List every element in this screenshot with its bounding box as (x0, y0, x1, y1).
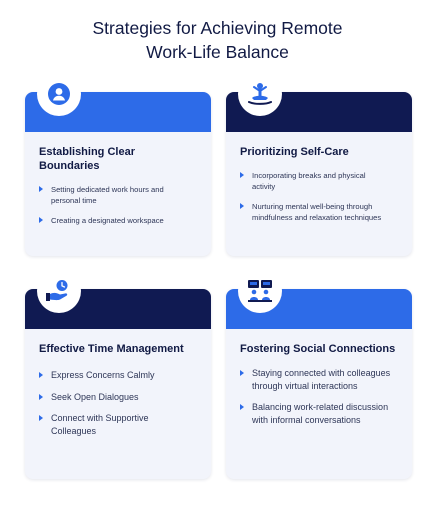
card-icon-holder (238, 72, 282, 116)
bullet-arrow-icon (39, 372, 43, 378)
card-fostering-social-connections: Fostering Social Connections Staying con… (226, 269, 412, 479)
list-item-text: Balancing work-related discussion with i… (252, 402, 389, 425)
card-icon-holder (37, 269, 81, 313)
list-item: Nurturing mental well-being through mind… (240, 201, 390, 223)
card-title-line-1: Prioritizing Self-Care (240, 146, 349, 158)
card-title: Establishing Clear Boundaries (39, 145, 135, 173)
list-item-text: Creating a designated workspace (51, 216, 164, 225)
people-meeting-icon (248, 280, 272, 302)
card-establishing-clear-boundaries: Establishing Clear Boundaries Setting de… (25, 72, 211, 256)
time-money-icon (46, 280, 68, 301)
card-title: Effective Time Management (39, 342, 184, 356)
list-item-text: Connect with Supportive Colleagues (51, 413, 149, 436)
list-item: Express Concerns Calmly (39, 369, 189, 382)
list-item: Staying connected with colleagues throug… (240, 367, 400, 392)
list-item-text: Setting dedicated work hours and persona… (51, 185, 164, 205)
list-item-text: Nurturing mental well-being through mind… (252, 202, 382, 222)
list-item: Incorporating breaks and physical activi… (240, 170, 390, 192)
list-item: Creating a designated workspace (39, 215, 187, 226)
bullet-arrow-icon (240, 370, 244, 376)
list-item: Balancing work-related discussion with i… (240, 401, 400, 426)
card-icon-holder (238, 269, 282, 313)
list-item: Setting dedicated work hours and persona… (39, 184, 187, 206)
bullet-arrow-icon (39, 186, 43, 192)
meditation-icon (248, 83, 272, 105)
title-line-1: Strategies for Achieving Remote (92, 18, 343, 38)
bullet-list: Setting dedicated work hours and persona… (39, 184, 187, 235)
card-prioritizing-self-care: Prioritizing Self-Care Incorporating bre… (226, 72, 412, 256)
card-effective-time-management: Effective Time Management Express Concer… (25, 269, 211, 479)
bullet-arrow-icon (240, 203, 244, 209)
title-line-2: Work-Life Balance (146, 42, 289, 62)
bullet-arrow-icon (39, 415, 43, 421)
bullet-arrow-icon (39, 393, 43, 400)
list-item-text: Staying connected with colleagues throug… (252, 368, 391, 391)
page-title: Strategies for Achieving Remote Work-Lif… (0, 16, 435, 64)
card-title-line-2: Boundaries (39, 160, 100, 172)
bullet-list: Express Concerns Calmly Seek Open Dialog… (39, 369, 189, 446)
card-title-line-1: Fostering Social Connections (240, 343, 396, 355)
bullet-arrow-icon (240, 404, 244, 410)
list-item: Connect with Supportive Colleagues (39, 412, 189, 437)
bullet-arrow-icon (240, 172, 244, 178)
list-item-text: Incorporating breaks and physical activi… (252, 171, 366, 191)
list-item-text: Express Concerns Calmly (51, 370, 155, 380)
list-item-text: Seek Open Dialogues (51, 391, 139, 402)
person-icon (48, 83, 70, 105)
list-item: Seek Open Dialogues (39, 391, 189, 404)
card-icon-holder (37, 72, 81, 116)
card-title-line-1: Effective Time Management (39, 343, 184, 355)
bullet-arrow-icon (39, 217, 43, 223)
card-title-line-1: Establishing Clear (39, 146, 135, 158)
bullet-list: Incorporating breaks and physical activi… (240, 170, 390, 232)
card-title: Prioritizing Self-Care (240, 145, 349, 159)
card-title: Fostering Social Connections (240, 342, 395, 356)
bullet-list: Staying connected with colleagues throug… (240, 367, 400, 435)
